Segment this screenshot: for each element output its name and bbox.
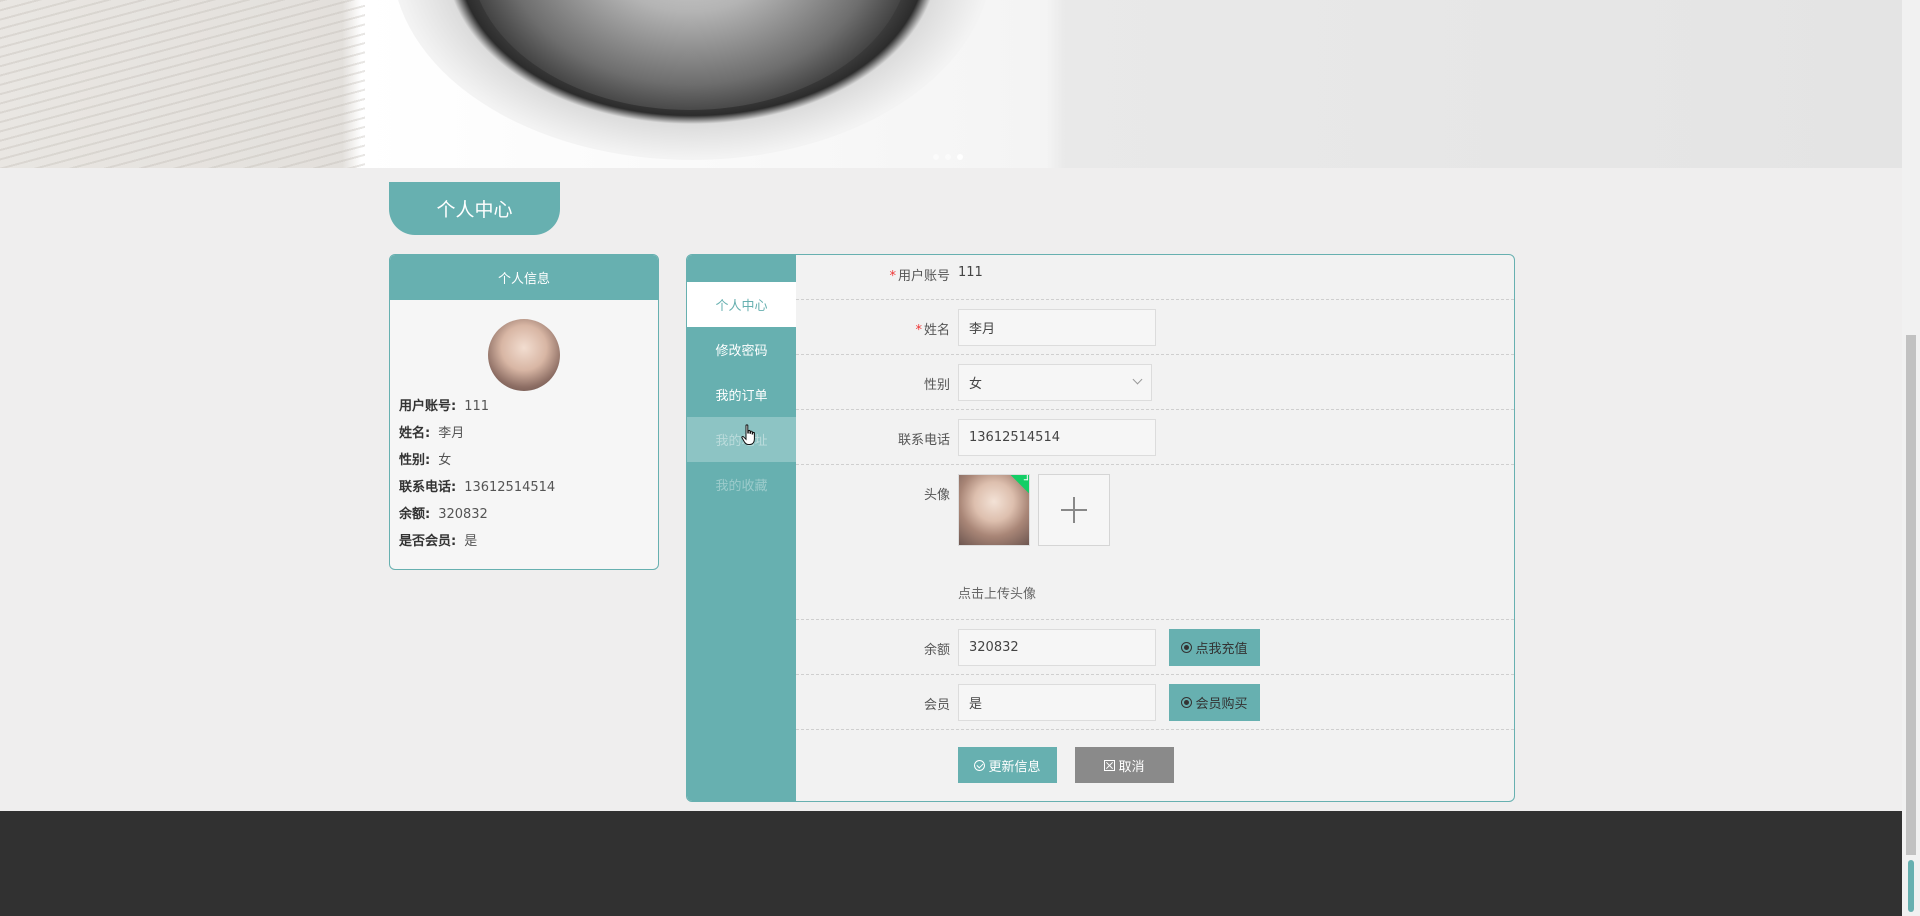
hand-cursor-icon xyxy=(741,424,755,445)
plus-icon xyxy=(1061,497,1087,523)
avatar-upload-button[interactable] xyxy=(1038,474,1110,546)
info-row-balance: 余额: 320832 xyxy=(399,507,488,522)
profile-form-panel: 个人中心 修改密码 我的订单 我的地址 我的收藏 * 用户账号 111 * 姓名 李… xyxy=(686,254,1515,802)
info-row-phone: 联系电话: 13612514514 xyxy=(399,480,556,495)
name-field[interactable]: 李月 xyxy=(958,309,1156,346)
carousel-dot[interactable] xyxy=(933,154,939,160)
form-row-gender: 性别 女 xyxy=(796,355,1514,410)
account-value: 111 xyxy=(958,265,983,280)
form-row-name: * 姓名 李月 xyxy=(796,300,1514,355)
hero-texture xyxy=(0,0,365,168)
side-nav-item-password[interactable]: 修改密码 xyxy=(687,327,796,372)
name-label: 姓名 xyxy=(923,323,950,338)
phone-field[interactable]: 13612514514 xyxy=(958,419,1156,456)
balance-label: 余额 xyxy=(923,643,950,658)
page-scrollbar[interactable] xyxy=(1902,0,1920,916)
account-label: 用户账号 xyxy=(897,269,950,284)
form-row-account: * 用户账号 111 xyxy=(796,255,1514,300)
member-field[interactable]: 是 xyxy=(958,684,1156,721)
info-row-name: 姓名: 李月 xyxy=(399,426,465,441)
form-row-member: 会员 是 会员购买 xyxy=(796,675,1514,730)
gender-label: 性别 xyxy=(923,378,950,393)
profile-card-title: 个人信息 xyxy=(390,255,658,300)
scrollbar-thumb[interactable] xyxy=(1906,335,1916,855)
chevron-down-icon xyxy=(1132,374,1143,385)
radio-dot-icon xyxy=(1181,697,1193,708)
member-label: 会员 xyxy=(923,698,950,713)
side-nav-item-orders[interactable]: 我的订单 xyxy=(687,372,796,417)
info-row-account: 用户账号: 111 xyxy=(399,399,490,414)
side-nav-item-profile[interactable]: 个人中心 xyxy=(687,282,796,327)
form-row-avatar: 头像 点击上传头像 xyxy=(796,465,1514,620)
cancel-button[interactable]: 取消 xyxy=(1075,747,1174,783)
avatar xyxy=(488,319,560,391)
check-icon xyxy=(1010,475,1029,494)
site-footer xyxy=(0,811,1902,916)
buy-membership-button[interactable]: 会员购买 xyxy=(1169,684,1260,721)
check-circle-icon xyxy=(974,759,986,771)
form-body: * 用户账号 111 * 姓名 李月 性别 女 联系电话 13612514514 头… xyxy=(796,255,1514,801)
radio-dot-icon xyxy=(1181,642,1193,653)
carousel-dot-active[interactable] xyxy=(957,154,963,160)
carousel-dot[interactable] xyxy=(945,154,951,160)
info-row-gender: 性别: 女 xyxy=(399,453,452,468)
info-row-member: 是否会员: 是 xyxy=(399,534,478,549)
avatar-label: 头像 xyxy=(923,488,950,503)
side-nav: 个人中心 修改密码 我的订单 我的地址 我的收藏 xyxy=(687,255,796,801)
side-nav-item-favorites[interactable]: 我的收藏 xyxy=(687,462,796,507)
update-info-button[interactable]: 更新信息 xyxy=(958,747,1057,783)
avatar-preview[interactable] xyxy=(958,474,1030,546)
carousel-dots xyxy=(933,154,963,160)
form-row-phone: 联系电话 13612514514 xyxy=(796,410,1514,465)
gender-select[interactable]: 女 xyxy=(958,364,1152,401)
hero-banner xyxy=(0,0,1902,168)
balance-field[interactable]: 320832 xyxy=(958,629,1156,666)
close-box-icon xyxy=(1104,759,1116,771)
recharge-button[interactable]: 点我充值 xyxy=(1169,629,1260,666)
form-row-balance: 余额 320832 点我充值 xyxy=(796,620,1514,675)
required-mark: * xyxy=(915,323,922,338)
required-mark: * xyxy=(889,269,896,284)
gender-select-value: 女 xyxy=(969,377,983,392)
page-title: 个人中心 xyxy=(389,182,560,235)
avatar-upload-hint: 点击上传头像 xyxy=(958,587,1037,602)
back-to-top-indicator[interactable] xyxy=(1908,860,1914,912)
phone-label: 联系电话 xyxy=(897,433,950,448)
profile-info-card: 个人信息 用户账号: 111 姓名: 李月 性别: 女 联系电话: 1361251451… xyxy=(389,254,659,570)
